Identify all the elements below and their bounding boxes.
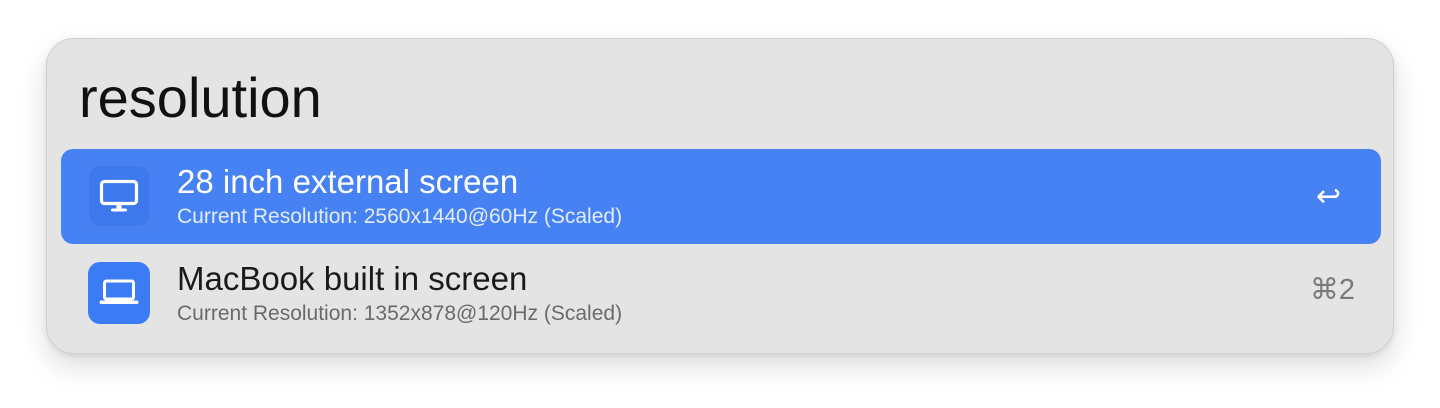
laptop-icon (88, 262, 150, 324)
result-item-macbook-screen[interactable]: MacBook built in screen Current Resoluti… (61, 246, 1381, 341)
result-subtitle: Current Resolution: 2560x1440@60Hz (Scal… (177, 205, 623, 228)
launcher-panel: 28 inch external screen Current Resoluti… (46, 38, 1394, 354)
monitor-icon (88, 165, 150, 227)
result-title: 28 inch external screen (177, 163, 519, 200)
results-list: 28 inch external screen Current Resoluti… (61, 149, 1381, 343)
shortcut-hint: ⌘2 (1309, 274, 1355, 306)
return-key-icon: ↩ (1315, 180, 1341, 213)
result-title: MacBook built in screen (177, 260, 528, 297)
result-item-external-screen[interactable]: 28 inch external screen Current Resoluti… (61, 149, 1381, 244)
search-input[interactable] (79, 57, 1359, 137)
result-subtitle: Current Resolution: 1352x878@120Hz (Scal… (177, 302, 623, 325)
